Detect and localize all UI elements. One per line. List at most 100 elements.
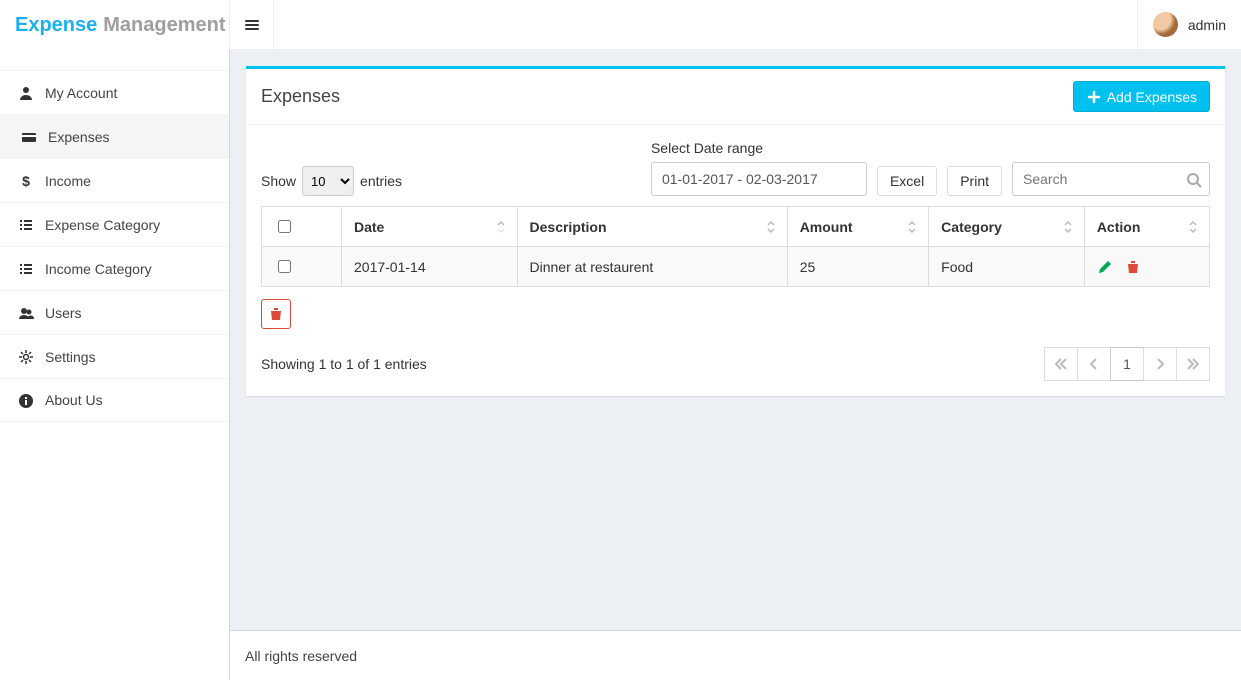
sidebar-item-label: Income Category [45, 261, 152, 277]
users-icon [15, 304, 37, 321]
footer: All rights reserved [230, 630, 1241, 680]
length-control: Show 10 25 50 100 entries [261, 166, 402, 196]
sidebar-item-label: My Account [45, 85, 117, 101]
sidebar-item-label: Income [45, 173, 91, 189]
page-first[interactable] [1044, 347, 1078, 381]
col-category[interactable]: Category [929, 207, 1085, 247]
brand-logo[interactable]: Expense Management [0, 0, 230, 50]
gears-icon [15, 348, 37, 365]
plus-icon [1086, 88, 1102, 105]
search-icon [1186, 170, 1202, 187]
cell-description: Dinner at restaurent [517, 247, 787, 287]
sort-icon [493, 219, 509, 235]
length-select[interactable]: 10 25 50 100 [302, 166, 354, 196]
select-all-checkbox[interactable] [278, 220, 291, 233]
col-amount-label: Amount [800, 219, 853, 235]
sidebar-item-income[interactable]: Income [0, 158, 229, 202]
search-input[interactable] [1012, 162, 1210, 196]
list-icon [15, 216, 37, 233]
bars-icon [244, 17, 260, 33]
info-icon [15, 391, 37, 408]
row-checkbox[interactable] [278, 260, 291, 273]
sort-icon [763, 219, 779, 235]
content-wrapper: Expenses Add Expenses Show 10 25 50 100 … [230, 50, 1241, 630]
page-prev[interactable] [1077, 347, 1111, 381]
cell-category: Food [929, 247, 1085, 287]
daterange-label: Select Date range [651, 140, 867, 156]
username-label: admin [1188, 17, 1226, 33]
cell-date: 2017-01-14 [342, 247, 518, 287]
show-label-prefix: Show [261, 173, 296, 189]
angle-double-right-icon [1185, 356, 1201, 372]
box-body: Show 10 25 50 100 entries Select Date ra… [246, 125, 1225, 396]
col-date-label: Date [354, 219, 384, 235]
show-label-suffix: entries [360, 173, 402, 189]
pencil-icon [1097, 259, 1113, 275]
sort-icon [904, 219, 920, 235]
sidebar-item-label: Expense Category [45, 217, 160, 233]
sidebar-item-users[interactable]: Users [0, 290, 229, 334]
bulk-delete-button[interactable] [261, 299, 291, 329]
user-icon [15, 84, 37, 101]
excel-button-label: Excel [890, 173, 924, 189]
table-row: 2017-01-14 Dinner at restaurent 25 Food [262, 247, 1210, 287]
col-date[interactable]: Date [342, 207, 518, 247]
controls-row: Show 10 25 50 100 entries Select Date ra… [261, 140, 1210, 196]
cell-action [1084, 247, 1209, 287]
list-icon [15, 260, 37, 277]
page-number[interactable]: 1 [1110, 347, 1144, 381]
sidebar-toggle[interactable] [230, 0, 274, 50]
page-next[interactable] [1143, 347, 1177, 381]
edit-button[interactable] [1097, 258, 1117, 274]
footer-text: All rights reserved [245, 648, 357, 664]
top-header: Expense Management admin [0, 0, 1241, 50]
delete-button[interactable] [1125, 258, 1141, 274]
daterange-input[interactable] [651, 162, 867, 196]
col-description-label: Description [530, 219, 607, 235]
pagination: 1 [1045, 347, 1210, 381]
sidebar-item-expense-category[interactable]: Expense Category [0, 202, 229, 246]
add-expenses-label: Add Expenses [1107, 89, 1197, 105]
expenses-table: Date Description Amount Category [261, 206, 1210, 287]
sidebar-item-my-account[interactable]: My Account [0, 70, 229, 114]
sidebar-item-settings[interactable]: Settings [0, 334, 229, 378]
sidebar-item-label: Settings [45, 349, 96, 365]
sort-icon [1185, 219, 1201, 235]
dollar-icon [15, 172, 37, 189]
sidebar-item-label: Expenses [48, 129, 109, 145]
print-button-label: Print [960, 173, 989, 189]
trash-icon [268, 306, 284, 322]
sidebar: My Account Expenses Income Expense Categ… [0, 50, 230, 680]
sidebar-item-about-us[interactable]: About Us [0, 378, 229, 422]
cell-amount: 25 [787, 247, 928, 287]
sidebar-item-expenses[interactable]: Expenses [0, 114, 229, 158]
trash-icon [1125, 259, 1141, 275]
add-expenses-button[interactable]: Add Expenses [1073, 81, 1210, 112]
sidebar-item-income-category[interactable]: Income Category [0, 246, 229, 290]
table-info-text: Showing 1 to 1 of 1 entries [261, 356, 427, 372]
col-description[interactable]: Description [517, 207, 787, 247]
page-title: Expenses [261, 86, 340, 107]
page-number-label: 1 [1123, 356, 1131, 372]
col-action-label: Action [1097, 219, 1141, 235]
user-menu[interactable]: admin [1137, 0, 1241, 50]
col-amount[interactable]: Amount [787, 207, 928, 247]
sidebar-item-label: About Us [45, 392, 103, 408]
daterange-block: Select Date range [651, 140, 867, 196]
excel-button[interactable]: Excel [877, 166, 937, 196]
angle-left-icon [1086, 356, 1102, 372]
col-category-label: Category [941, 219, 1002, 235]
angle-double-left-icon [1053, 356, 1069, 372]
search-wrap [1012, 162, 1210, 196]
expenses-box: Expenses Add Expenses Show 10 25 50 100 … [246, 66, 1225, 396]
brand-word-1: Expense [15, 14, 97, 37]
sidebar-item-label: Users [45, 305, 82, 321]
page-last[interactable] [1176, 347, 1210, 381]
box-header: Expenses Add Expenses [246, 69, 1225, 125]
angle-right-icon [1152, 356, 1168, 372]
card-icon [18, 128, 40, 145]
print-button[interactable]: Print [947, 166, 1002, 196]
col-select[interactable] [262, 207, 342, 247]
sort-icon [1060, 219, 1076, 235]
col-action[interactable]: Action [1084, 207, 1209, 247]
